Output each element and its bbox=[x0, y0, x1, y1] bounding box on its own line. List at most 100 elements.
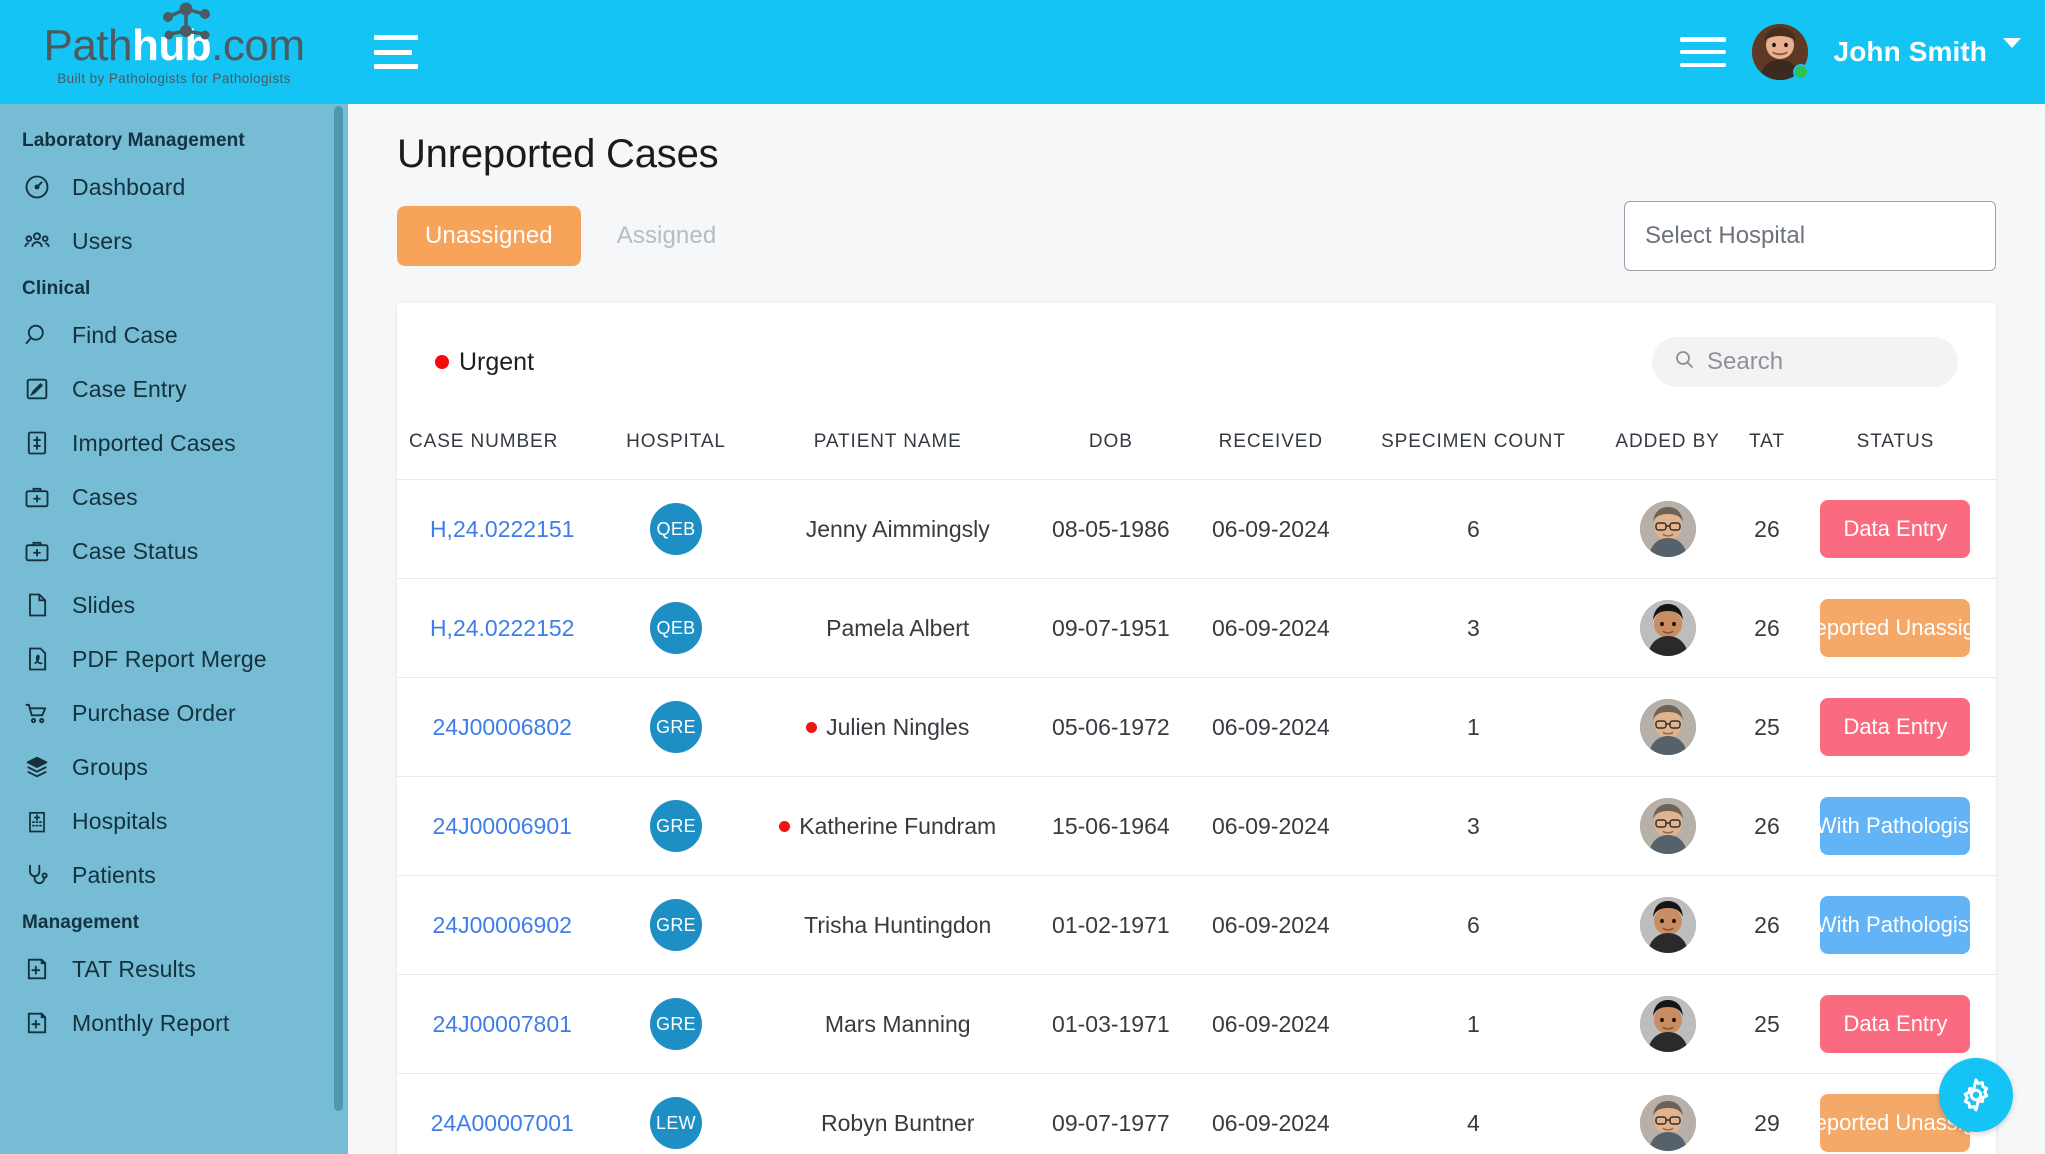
cell-tat: 26 bbox=[1754, 911, 1780, 938]
column-header-patient-name[interactable]: PATIENT NAME bbox=[745, 417, 1031, 480]
table-row[interactable]: 24J00006902 GRE Trisha Huntingdon 01-02-197… bbox=[397, 875, 1996, 975]
cell-tat: 25 bbox=[1754, 713, 1780, 740]
avatar-image bbox=[1639, 600, 1696, 656]
column-header-added-by[interactable]: ADDED BY bbox=[1596, 417, 1739, 480]
header-right-group: John Smith bbox=[1679, 24, 2045, 80]
status-badge[interactable]: Unreported Unassigned bbox=[1779, 599, 1996, 657]
scrollbar-thumb[interactable] bbox=[334, 106, 343, 1111]
cell-patient-name: Robyn Buntner bbox=[745, 1074, 1031, 1154]
cell-dob: 09-07-1951 bbox=[1052, 614, 1170, 641]
table-row[interactable]: 24A00007001 LEW Robyn Buntner 09-07-1977 06-… bbox=[397, 1073, 1996, 1154]
sidebar-item-groups[interactable]: Groups bbox=[0, 740, 348, 794]
sidebar-item-patients[interactable]: Patients bbox=[0, 848, 348, 902]
menu-toggle-icon[interactable] bbox=[1679, 37, 1726, 67]
search-placeholder: Search bbox=[1707, 348, 1784, 375]
cell-specimen-count: 6 bbox=[1467, 911, 1480, 938]
sidebar-item-users[interactable]: Users bbox=[0, 214, 348, 268]
sidebar-item-label: Patients bbox=[72, 861, 156, 888]
pdf-icon bbox=[22, 644, 52, 674]
settings-fab-button[interactable] bbox=[1939, 1058, 2013, 1132]
users-icon bbox=[22, 226, 52, 256]
tab-assigned[interactable]: Assigned bbox=[593, 206, 741, 266]
column-header-received[interactable]: RECEIVED bbox=[1191, 417, 1351, 480]
case-number-link[interactable]: 24J00006902 bbox=[432, 912, 571, 938]
column-header-status[interactable]: STATUS bbox=[1795, 417, 1996, 480]
sidebar-item-dashboard[interactable]: Dashboard bbox=[0, 160, 348, 214]
avatar[interactable] bbox=[1639, 699, 1696, 755]
case-number-link[interactable]: 24J00006901 bbox=[432, 813, 571, 839]
column-header-specimen-count[interactable]: SPECIMEN COUNT bbox=[1351, 417, 1596, 480]
sidebar-item-case-entry[interactable]: Case Entry bbox=[0, 362, 348, 416]
cell-status: Data Entry bbox=[1795, 480, 1996, 579]
sidebar-scrollbar[interactable] bbox=[334, 104, 343, 1154]
cell-added-by bbox=[1596, 678, 1739, 777]
tab-unassigned[interactable]: Unassigned bbox=[397, 206, 581, 266]
sidebar-item-label: Dashboard bbox=[72, 173, 186, 200]
urgent-dot-icon bbox=[779, 820, 791, 832]
sidebar-item-purchase-order[interactable]: Purchase Order bbox=[0, 686, 348, 740]
table-row[interactable]: 24J00006802 GRE Julien Ningles 05-06-1972 06… bbox=[397, 677, 1996, 777]
cell-tat: 26 bbox=[1754, 812, 1780, 839]
avatar[interactable] bbox=[1639, 996, 1696, 1052]
case-number-link[interactable]: 24J00006802 bbox=[432, 714, 571, 740]
cell-received: 06-09-2024 bbox=[1212, 1109, 1330, 1136]
avatar[interactable] bbox=[1751, 24, 1809, 80]
table-row[interactable]: 24J00007801 GRE Mars Manning 01-03-1971 06-0… bbox=[397, 974, 1996, 1074]
table-row[interactable]: 24J00006901 GRE Katherine Fundram 15-06-196… bbox=[397, 776, 1996, 876]
column-header-case-number[interactable]: CASE NUMBER bbox=[397, 417, 607, 480]
cell-specimen-count: 3 bbox=[1467, 812, 1480, 839]
avatar[interactable] bbox=[1639, 600, 1696, 656]
file-plus-icon bbox=[22, 954, 52, 984]
sidebar-item-cases[interactable]: Cases bbox=[0, 470, 348, 524]
chevron-down-icon[interactable] bbox=[2003, 38, 2021, 48]
cell-status: With Pathologist bbox=[1795, 876, 1996, 975]
case-number-link[interactable]: H,24.0222151 bbox=[430, 516, 575, 542]
avatar[interactable] bbox=[1639, 1095, 1696, 1151]
cell-received: 06-09-2024 bbox=[1212, 1010, 1330, 1037]
status-badge[interactable]: Data Entry bbox=[1820, 995, 1971, 1053]
case-number-link[interactable]: 24A00007001 bbox=[431, 1110, 574, 1136]
sidebar-item-label: Imported Cases bbox=[72, 429, 236, 456]
column-header-tat[interactable]: TAT bbox=[1739, 417, 1795, 480]
hamburger-bar bbox=[1679, 62, 1726, 67]
sidebar-item-tat-results[interactable]: TAT Results bbox=[0, 942, 348, 996]
column-header-dob[interactable]: DOB bbox=[1031, 417, 1191, 480]
status-badge[interactable]: Data Entry bbox=[1820, 500, 1971, 558]
avatar[interactable] bbox=[1639, 501, 1696, 557]
cases-table: CASE NUMBER HOSPITAL PATIENT NAME DOB RE… bbox=[397, 417, 1996, 1154]
table-head: CASE NUMBER HOSPITAL PATIENT NAME DOB RE… bbox=[397, 417, 1996, 480]
table-row[interactable]: H,24.0222152 QEB Pamela Albert 09-07-1951 06… bbox=[397, 578, 1996, 678]
app-logo[interactable]: Pathhub.com Built by Pathologists for Pa… bbox=[0, 0, 348, 104]
sidebar-item-pdf-report-merge[interactable]: PDF Report Merge bbox=[0, 632, 348, 686]
sidebar-item-label: Find Case bbox=[72, 321, 178, 348]
cart-icon bbox=[22, 698, 52, 728]
status-badge[interactable]: With Pathologist bbox=[1816, 797, 1975, 855]
card-header: Urgent Search bbox=[397, 303, 1996, 417]
search-icon bbox=[22, 320, 52, 350]
status-badge[interactable]: With Pathologist bbox=[1816, 896, 1975, 954]
case-number-link[interactable]: 24J00007801 bbox=[432, 1011, 571, 1037]
hospital-badge: GRE bbox=[649, 701, 702, 753]
cell-case-number: 24A00007001 bbox=[397, 1074, 607, 1154]
sidebar-nav: Laboratory Management Dashboard Users Cl… bbox=[0, 104, 348, 1050]
user-name[interactable]: John Smith bbox=[1834, 36, 1987, 68]
case-number-link[interactable]: H,24.0222152 bbox=[430, 615, 575, 641]
sidebar-item-hospitals[interactable]: Hospitals bbox=[0, 794, 348, 848]
cell-case-number: H,24.0222152 bbox=[397, 579, 607, 678]
avatar[interactable] bbox=[1639, 897, 1696, 953]
sidebar-item-monthly-report[interactable]: Monthly Report bbox=[0, 996, 348, 1050]
status-badge[interactable]: Data Entry bbox=[1820, 698, 1971, 756]
column-header-hospital[interactable]: HOSPITAL bbox=[607, 417, 744, 480]
search-input[interactable]: Search bbox=[1652, 337, 1958, 387]
sidebar-item-slides[interactable]: Slides bbox=[0, 578, 348, 632]
cell-hospital: QEB bbox=[607, 480, 744, 579]
hamburger-icon[interactable] bbox=[374, 35, 418, 69]
sidebar-item-imported-cases[interactable]: Imported Cases bbox=[0, 416, 348, 470]
table-row[interactable]: H,24.0222151 QEB Jenny Aimmingsly 08-05-198… bbox=[397, 479, 1996, 579]
page-title: Unreported Cases bbox=[397, 132, 719, 176]
sidebar-item-label: PDF Report Merge bbox=[72, 645, 267, 672]
hospital-select[interactable]: Select Hospital bbox=[1624, 201, 1996, 271]
sidebar-item-find-case[interactable]: Find Case bbox=[0, 308, 348, 362]
sidebar-item-case-status[interactable]: Case Status bbox=[0, 524, 348, 578]
avatar[interactable] bbox=[1639, 798, 1696, 854]
